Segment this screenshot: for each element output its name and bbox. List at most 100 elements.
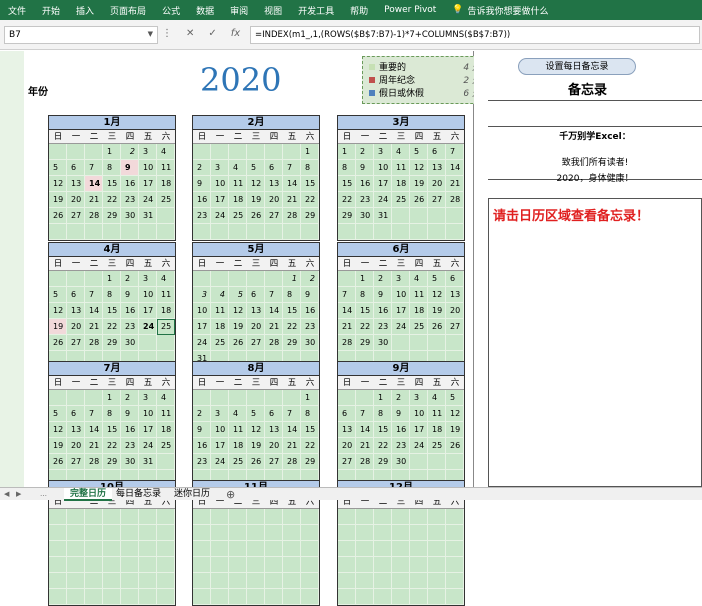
day-cell[interactable] xyxy=(338,271,356,287)
day-cell[interactable]: 27 xyxy=(338,454,356,470)
day-cell[interactable]: 24 xyxy=(211,208,229,224)
day-cell[interactable] xyxy=(446,335,464,351)
day-cell[interactable]: 21 xyxy=(85,319,103,335)
day-cell[interactable]: 2 xyxy=(392,390,410,406)
day-cell[interactable] xyxy=(139,224,157,240)
day-cell[interactable] xyxy=(392,541,410,557)
day-cell[interactable] xyxy=(157,224,175,240)
day-cell[interactable]: 17 xyxy=(139,422,157,438)
day-cell[interactable]: 16 xyxy=(121,422,139,438)
day-cell[interactable] xyxy=(446,557,464,573)
month-calendar[interactable]: 4月日一二三四五六1234567891011121314151617181920… xyxy=(48,242,176,368)
day-cell[interactable] xyxy=(49,224,67,240)
day-cell[interactable]: 23 xyxy=(121,438,139,454)
day-cell[interactable] xyxy=(67,525,85,541)
sheet-tab-full-calendar[interactable]: 完整日历 xyxy=(64,488,112,501)
day-cell[interactable] xyxy=(446,573,464,589)
day-cell[interactable] xyxy=(85,573,103,589)
day-cell[interactable] xyxy=(193,144,211,160)
day-cell[interactable]: 8 xyxy=(283,287,301,303)
day-cell[interactable]: 13 xyxy=(338,422,356,438)
day-cell[interactable]: 3 xyxy=(193,287,211,303)
day-cell[interactable] xyxy=(121,541,139,557)
day-cell[interactable] xyxy=(446,589,464,605)
day-cell[interactable]: 26 xyxy=(49,454,67,470)
day-cell[interactable] xyxy=(338,589,356,605)
day-cell[interactable] xyxy=(301,224,319,240)
day-cell[interactable]: 28 xyxy=(85,454,103,470)
day-cell[interactable] xyxy=(103,541,121,557)
day-cell[interactable]: 26 xyxy=(428,319,446,335)
day-cell[interactable]: 25 xyxy=(229,454,247,470)
day-cell[interactable] xyxy=(139,335,157,351)
day-cell[interactable]: 11 xyxy=(229,176,247,192)
day-cell[interactable]: 2 xyxy=(301,271,319,287)
day-cell[interactable] xyxy=(338,557,356,573)
day-cell[interactable] xyxy=(283,224,301,240)
day-cell[interactable] xyxy=(67,573,85,589)
day-cell[interactable] xyxy=(247,509,265,525)
month-calendar[interactable]: 6月日一二三四五六1234567891011121314151617181920… xyxy=(337,242,465,368)
day-cell[interactable] xyxy=(49,271,67,287)
day-cell[interactable]: 16 xyxy=(374,303,392,319)
day-cell[interactable] xyxy=(265,525,283,541)
month-calendar[interactable]: 1月日一二三四五六1234567891011121314151617181920… xyxy=(48,115,176,241)
day-cell[interactable]: 8 xyxy=(103,287,121,303)
day-cell[interactable] xyxy=(428,224,446,240)
day-cell[interactable]: 24 xyxy=(139,319,157,335)
day-cell[interactable] xyxy=(301,541,319,557)
day-cell[interactable]: 29 xyxy=(103,208,121,224)
day-cell[interactable] xyxy=(301,589,319,605)
day-cell[interactable]: 30 xyxy=(121,454,139,470)
day-cell[interactable]: 9 xyxy=(193,176,211,192)
day-cell[interactable]: 11 xyxy=(229,422,247,438)
day-cell[interactable] xyxy=(121,224,139,240)
day-cell[interactable]: 4 xyxy=(229,160,247,176)
day-cell[interactable]: 28 xyxy=(85,335,103,351)
day-cell[interactable] xyxy=(49,557,67,573)
day-cell[interactable] xyxy=(265,509,283,525)
day-cell[interactable] xyxy=(338,224,356,240)
day-cell[interactable]: 9 xyxy=(356,160,374,176)
day-cell[interactable]: 24 xyxy=(139,438,157,454)
day-cell[interactable]: 16 xyxy=(121,176,139,192)
day-cell[interactable]: 25 xyxy=(157,438,175,454)
day-cell[interactable]: 22 xyxy=(338,192,356,208)
day-cell[interactable]: 7 xyxy=(356,406,374,422)
day-cell[interactable] xyxy=(85,144,103,160)
day-cell[interactable] xyxy=(356,390,374,406)
day-cell[interactable]: 7 xyxy=(446,144,464,160)
tab-nav-right-icon[interactable]: ▶ xyxy=(16,488,21,501)
day-cell[interactable] xyxy=(85,271,103,287)
day-cell[interactable]: 18 xyxy=(229,438,247,454)
day-cell[interactable]: 4 xyxy=(410,271,428,287)
day-cell[interactable] xyxy=(85,589,103,605)
day-cell[interactable]: 28 xyxy=(283,208,301,224)
day-cell[interactable] xyxy=(157,525,175,541)
day-cell[interactable]: 6 xyxy=(67,287,85,303)
day-cell[interactable]: 11 xyxy=(392,160,410,176)
day-cell[interactable]: 18 xyxy=(229,192,247,208)
day-cell[interactable] xyxy=(85,224,103,240)
day-cell[interactable]: 25 xyxy=(211,335,229,351)
day-cell[interactable]: 10 xyxy=(410,406,428,422)
day-cell[interactable]: 15 xyxy=(103,303,121,319)
day-cell[interactable]: 18 xyxy=(157,176,175,192)
day-cell[interactable]: 17 xyxy=(211,192,229,208)
day-cell[interactable]: 1 xyxy=(301,390,319,406)
day-cell[interactable]: 1 xyxy=(283,271,301,287)
ribbon-tab-formulas[interactable]: 公式 xyxy=(154,4,188,17)
day-cell[interactable]: 10 xyxy=(139,160,157,176)
day-cell[interactable]: 29 xyxy=(103,454,121,470)
day-cell[interactable] xyxy=(374,224,392,240)
day-cell[interactable] xyxy=(85,557,103,573)
day-cell[interactable]: 24 xyxy=(374,192,392,208)
day-cell[interactable]: 10 xyxy=(392,287,410,303)
day-cell[interactable]: 6 xyxy=(338,406,356,422)
day-cell[interactable] xyxy=(428,509,446,525)
more-tabs-icon[interactable]: … xyxy=(40,488,47,501)
day-cell[interactable] xyxy=(247,557,265,573)
day-cell[interactable] xyxy=(139,557,157,573)
day-cell[interactable] xyxy=(103,224,121,240)
day-cell[interactable] xyxy=(356,525,374,541)
